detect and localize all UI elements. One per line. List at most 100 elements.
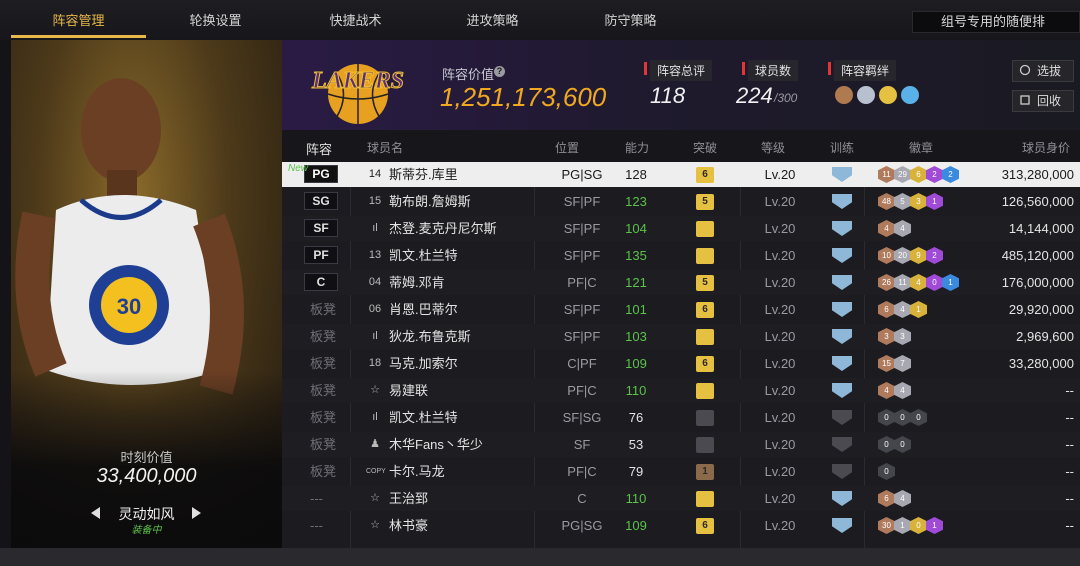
slot-label: --- bbox=[310, 491, 323, 506]
tab-lineup-management[interactable]: 阵容管理 bbox=[11, 0, 146, 40]
jersey-number-icon: ıl bbox=[372, 411, 378, 423]
team-header: LAKERS 阵容价值 ? 1,251,173,600 阵容总评 118 球员数… bbox=[282, 40, 1080, 130]
refresh-icon bbox=[1019, 64, 1031, 76]
breakthrough-badge bbox=[696, 491, 714, 507]
jersey-number-icon: 18 bbox=[368, 357, 382, 369]
slot-label: 板凳 bbox=[310, 437, 337, 452]
badge-count: 4 bbox=[878, 220, 895, 237]
training-shield-icon[interactable] bbox=[832, 383, 852, 398]
ability: 109 bbox=[625, 518, 647, 533]
player-name: 凯文.杜兰特 bbox=[389, 410, 458, 425]
table-row[interactable]: 板凳 ♟ 木华Fans丶华少 SF 53 Lv.20 -- 0 0 bbox=[282, 432, 1080, 457]
ability: 104 bbox=[625, 221, 647, 236]
training-shield-icon[interactable] bbox=[832, 221, 852, 236]
player-name: 卡尔.马龙 bbox=[389, 464, 445, 479]
training-shield-icon[interactable] bbox=[832, 194, 852, 209]
training-shield-icon[interactable] bbox=[832, 248, 852, 263]
table-row[interactable]: --- ☆ 林书豪 PG|SG 109 Lv.20 -- 6 30 1 0 1 bbox=[282, 513, 1080, 538]
training-shield-icon[interactable] bbox=[832, 491, 852, 506]
team-value-label: 阵容价值 bbox=[442, 67, 495, 82]
table-row[interactable]: 板凳 ☆ 易建联 PF|C 110 Lv.20 -- 4 4 bbox=[282, 378, 1080, 403]
svg-text:30: 30 bbox=[117, 294, 141, 319]
player-name: 王治郅 bbox=[389, 491, 429, 506]
table-row[interactable]: 板凳 18 马克.加索尔 C|PF 109 Lv.20 33,280,000 6 15 7 bbox=[282, 351, 1080, 376]
lakers-logo-icon: LAKERS bbox=[310, 64, 405, 124]
badge-count: 0 bbox=[878, 436, 895, 453]
tab-offense-strategy[interactable]: 进攻策略 bbox=[425, 0, 560, 40]
training-shield-icon[interactable] bbox=[832, 275, 852, 290]
slot-badge: SF bbox=[304, 219, 338, 237]
breakthrough-badge: 6 bbox=[696, 302, 714, 318]
training-shield-icon[interactable] bbox=[832, 464, 852, 479]
help-icon[interactable]: ? bbox=[494, 66, 505, 77]
ability: 110 bbox=[625, 383, 647, 398]
player-value: -- bbox=[1065, 410, 1074, 425]
breakthrough-badge bbox=[696, 221, 714, 237]
team-value: 1,251,173,600 bbox=[440, 82, 607, 112]
slot-badge: SG bbox=[304, 192, 338, 210]
badge-count: 0 bbox=[878, 463, 895, 480]
table-row[interactable]: 板凳 06 肖恩.巴蒂尔 SF|PF 101 Lv.20 29,920,000 6 6 4 1 bbox=[282, 297, 1080, 322]
player-name: 蒂姆.邓肯 bbox=[389, 275, 445, 290]
table-row[interactable]: 板凳 ıl 凯文.杜兰特 SF|SG 76 Lv.20 -- 0 0 0 bbox=[282, 405, 1080, 430]
lineup-select-dropdown[interactable]: 组号专用的随便排 bbox=[912, 11, 1080, 33]
breakthrough-badge: 5 bbox=[696, 275, 714, 291]
jersey-number-icon: 13 bbox=[368, 249, 382, 261]
training-shield-icon[interactable] bbox=[832, 302, 852, 317]
level: Lv.20 bbox=[764, 248, 796, 263]
breakthrough-badge bbox=[696, 248, 714, 264]
tab-rotation-settings[interactable]: 轮换设置 bbox=[148, 0, 283, 40]
training-shield-icon[interactable] bbox=[832, 356, 852, 371]
breakthrough-badge bbox=[696, 437, 714, 453]
player-card-panel: 30 时刻价值 33,400,000 灵动如风 装备中 bbox=[11, 40, 282, 548]
team-rating-value: 118 bbox=[650, 83, 686, 108]
slot-badge: PF bbox=[304, 246, 338, 264]
training-shield-icon[interactable] bbox=[832, 437, 852, 452]
level: Lv.20 bbox=[764, 302, 796, 317]
ability: 135 bbox=[625, 248, 647, 263]
table-row[interactable]: C 04 蒂姆.邓肯 PF|C 121 Lv.20 176,000,000 5 26 11 4 0 1 bbox=[282, 270, 1080, 295]
table-row[interactable]: SF ıl 杰登.麦克丹尼尔斯 SF|PF 104 Lv.20 14,144,000 4 4 bbox=[282, 216, 1080, 241]
level: Lv.20 bbox=[764, 329, 796, 344]
table-row[interactable]: SG 15 勒布朗.詹姆斯 SF|PF 123 Lv.20 126,560,000 5 48 5 3… bbox=[282, 189, 1080, 214]
recycle-button[interactable]: 回收 bbox=[1012, 90, 1074, 112]
team-bond-icons[interactable] bbox=[835, 86, 925, 104]
tab-defense-strategy[interactable]: 防守策略 bbox=[563, 0, 698, 40]
table-row[interactable]: PG New 14 斯蒂芬.库里 PG|SG 128 Lv.20 313,280,000 6 11… bbox=[282, 162, 1080, 187]
select-button[interactable]: 选拔 bbox=[1012, 60, 1074, 82]
table-row[interactable]: 板凳 COPY 卡尔.马龙 PF|C 79 Lv.20 -- 1 0 bbox=[282, 459, 1080, 484]
jersey-number-icon: 15 bbox=[368, 195, 382, 207]
training-shield-icon[interactable] bbox=[832, 167, 852, 182]
header-training: 训练 bbox=[830, 141, 855, 155]
slot-badge: PG bbox=[304, 165, 338, 183]
player-name: 易建联 bbox=[389, 383, 429, 398]
level: Lv.20 bbox=[764, 437, 796, 452]
moment-value-label: 时刻价值 bbox=[120, 450, 173, 465]
tab-quick-tactics[interactable]: 快捷战术 bbox=[288, 0, 423, 40]
level: Lv.20 bbox=[764, 356, 796, 371]
slot-label: --- bbox=[310, 518, 323, 533]
badge-count: 15 bbox=[878, 355, 895, 372]
level: Lv.20 bbox=[764, 221, 796, 236]
recycle-icon bbox=[1020, 95, 1030, 105]
player-value: 2,969,600 bbox=[1016, 329, 1074, 344]
training-shield-icon[interactable] bbox=[832, 329, 852, 344]
breakthrough-badge: 1 bbox=[696, 464, 714, 480]
table-row[interactable]: PF 13 凯文.杜兰特 SF|PF 135 Lv.20 485,120,000 10 20 9 2 bbox=[282, 243, 1080, 268]
player-value: -- bbox=[1065, 437, 1074, 452]
table-row[interactable]: 板凳 ıl 狄龙.布鲁克斯 SF|PF 103 Lv.20 2,969,600 3 3 bbox=[282, 324, 1080, 349]
new-tag: New bbox=[288, 163, 309, 174]
header-player-value: 球员身价 bbox=[1022, 141, 1071, 155]
ability: 101 bbox=[625, 302, 647, 317]
training-shield-icon[interactable] bbox=[832, 518, 852, 533]
header-badges: 徽章 bbox=[909, 141, 934, 155]
breakthrough-badge bbox=[696, 410, 714, 426]
training-shield-icon[interactable] bbox=[832, 410, 852, 425]
jersey-number-icon: 06 bbox=[368, 303, 382, 315]
badge-count: 48 bbox=[878, 193, 895, 210]
breakthrough-badge bbox=[696, 383, 714, 399]
table-row[interactable]: --- ☆ 王治郅 C 110 Lv.20 -- 6 4 bbox=[282, 486, 1080, 511]
ability: 53 bbox=[628, 437, 644, 452]
breakthrough-badge: 6 bbox=[696, 518, 714, 534]
bond-icon-3 bbox=[879, 86, 897, 104]
